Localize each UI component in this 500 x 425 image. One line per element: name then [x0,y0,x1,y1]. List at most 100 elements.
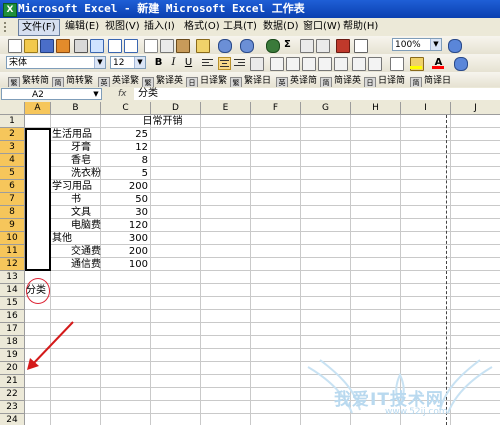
row-header-10[interactable]: 10 [0,232,25,245]
trad-to-simp-button[interactable]: 繁繁转简 [8,74,49,89]
decrease-decimal-icon[interactable] [334,57,348,71]
select-all-corner[interactable] [0,102,25,115]
cell-b11[interactable]: 交通费 [71,245,101,258]
en-to-simp-button[interactable]: 英英译简 [276,74,317,89]
cell-c9[interactable]: 120 [101,219,148,232]
menu-window[interactable]: 窗口(W) [300,19,344,34]
align-center-icon[interactable] [218,57,231,70]
cell-c11[interactable]: 200 [101,245,148,258]
permission-icon[interactable] [56,39,70,53]
row-header-23[interactable]: 23 [0,401,25,414]
simp-to-trad-button[interactable]: 简简转繁 [52,74,93,89]
cell-c3[interactable]: 12 [101,141,148,154]
selected-range-a2-a12[interactable] [25,128,51,271]
cell-b9[interactable]: 电脑费 [71,219,101,232]
row-header-5[interactable]: 5 [0,167,25,180]
cell-b10[interactable]: 其他 [52,232,72,245]
sort-descending-icon[interactable] [316,39,330,53]
name-box[interactable]: A2 ▼ [1,88,102,100]
toolbar-grip-icon[interactable] [2,21,10,33]
formula-input[interactable]: 分类 [134,88,500,100]
zoom-select[interactable]: 100% ▼ [392,38,442,51]
cell-c2[interactable]: 25 [101,128,148,141]
cell-b3[interactable]: 牙膏 [71,141,91,154]
column-header-c[interactable]: C [101,102,151,115]
italic-button[interactable]: I [167,56,180,69]
cell-b2[interactable]: 生活用品 [52,128,92,141]
row-header-7[interactable]: 7 [0,193,25,206]
row-header-21[interactable]: 21 [0,375,25,388]
row-header-16[interactable]: 16 [0,310,25,323]
cell-b12[interactable]: 通信费 [71,258,101,271]
jp-to-simp-button[interactable]: 日日译简 [364,74,405,89]
menu-insert[interactable]: 插入(I) [141,19,178,34]
undo-icon[interactable] [218,39,232,53]
font-name-select[interactable]: 宋体 ▼ [6,56,106,69]
increase-indent-icon[interactable] [368,57,382,71]
cut-icon[interactable] [144,39,158,53]
menu-format[interactable]: 格式(O) [181,19,223,34]
menu-tools[interactable]: 工具(T) [220,19,260,34]
merge-center-icon[interactable] [250,57,264,71]
align-left-icon[interactable] [202,57,213,68]
cell-b5[interactable]: 洗衣粉 [71,167,101,180]
cell-b4[interactable]: 香皂 [71,154,91,167]
autosum-icon[interactable]: Σ [284,37,291,52]
row-header-14[interactable]: 14 [0,284,25,297]
format-painter-icon[interactable] [196,39,210,53]
cell-c6[interactable]: 200 [101,180,148,193]
row-header-24[interactable]: 24 [0,414,25,425]
increase-decimal-icon[interactable] [318,57,332,71]
en-to-trad-button[interactable]: 英英译繁 [98,74,139,89]
row-header-22[interactable]: 22 [0,388,25,401]
column-header-j[interactable]: J [451,102,500,115]
paste-icon[interactable] [176,39,190,53]
menu-file[interactable]: 文件(F) [18,19,60,36]
new-icon[interactable] [8,39,22,53]
column-header-b[interactable]: B [51,102,101,115]
row-header-11[interactable]: 11 [0,245,25,258]
chevron-down-icon[interactable]: ▼ [430,39,441,50]
menu-data[interactable]: 数据(D) [260,19,302,34]
row-header-4[interactable]: 4 [0,154,25,167]
excel-app-icon[interactable]: X [3,3,17,17]
row-header-19[interactable]: 19 [0,349,25,362]
cell-c4[interactable]: 8 [101,154,148,167]
row-header-12[interactable]: 12 [0,258,25,271]
redo-icon[interactable] [240,39,254,53]
toolbar-options-icon[interactable] [454,57,468,71]
chevron-down-icon[interactable]: ▼ [94,57,105,68]
cell-c1-title[interactable]: 日常开销 [125,115,200,128]
print-preview-icon[interactable] [90,39,104,53]
row-header-2[interactable]: 2 [0,128,25,141]
row-header-3[interactable]: 3 [0,141,25,154]
borders-icon[interactable] [390,57,404,71]
cell-c5[interactable]: 5 [101,167,148,180]
font-size-select[interactable]: 12 ▼ [110,56,146,69]
cell-b8[interactable]: 文具 [71,206,91,219]
row-header-6[interactable]: 6 [0,180,25,193]
print-icon[interactable] [74,39,88,53]
cell-c10[interactable]: 300 [101,232,148,245]
currency-icon[interactable] [270,57,284,71]
cell-c8[interactable]: 30 [101,206,148,219]
row-header-17[interactable]: 17 [0,323,25,336]
research-icon[interactable] [124,39,138,53]
column-header-d[interactable]: D [151,102,201,115]
help-icon[interactable] [448,39,462,53]
save-icon[interactable] [40,39,54,53]
row-header-13[interactable]: 13 [0,271,25,284]
hyperlink-icon[interactable] [266,39,280,53]
row-header-9[interactable]: 9 [0,219,25,232]
row-header-18[interactable]: 18 [0,336,25,349]
column-header-f[interactable]: F [251,102,301,115]
row-header-15[interactable]: 15 [0,297,25,310]
chevron-down-icon[interactable]: ▼ [134,57,145,68]
menu-edit[interactable]: 编辑(E) [62,19,102,34]
copy-icon[interactable] [160,39,174,53]
column-header-a[interactable]: A [25,102,51,115]
chart-wizard-icon[interactable] [336,39,350,53]
row-header-1[interactable]: 1 [0,115,25,128]
column-header-g[interactable]: G [301,102,351,115]
simp-to-jp-button[interactable]: 简简译日 [410,74,451,89]
